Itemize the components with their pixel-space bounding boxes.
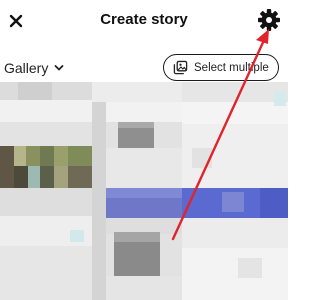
select-multiple-label: Select multiple xyxy=(194,61,269,74)
gear-icon xyxy=(258,9,280,31)
album-dropdown[interactable]: Gallery xyxy=(4,58,65,78)
chevron-down-icon xyxy=(54,65,64,71)
select-multiple-button[interactable]: Select multiple xyxy=(163,54,279,81)
media-thumbnail[interactable] xyxy=(92,82,182,300)
album-label: Gallery xyxy=(4,60,49,76)
multi-image-icon xyxy=(173,60,188,75)
media-thumbnail[interactable] xyxy=(182,82,288,300)
media-grid xyxy=(0,82,288,300)
media-thumbnail[interactable] xyxy=(0,82,92,300)
settings-button[interactable] xyxy=(256,7,282,33)
page-title: Create story xyxy=(100,11,188,28)
